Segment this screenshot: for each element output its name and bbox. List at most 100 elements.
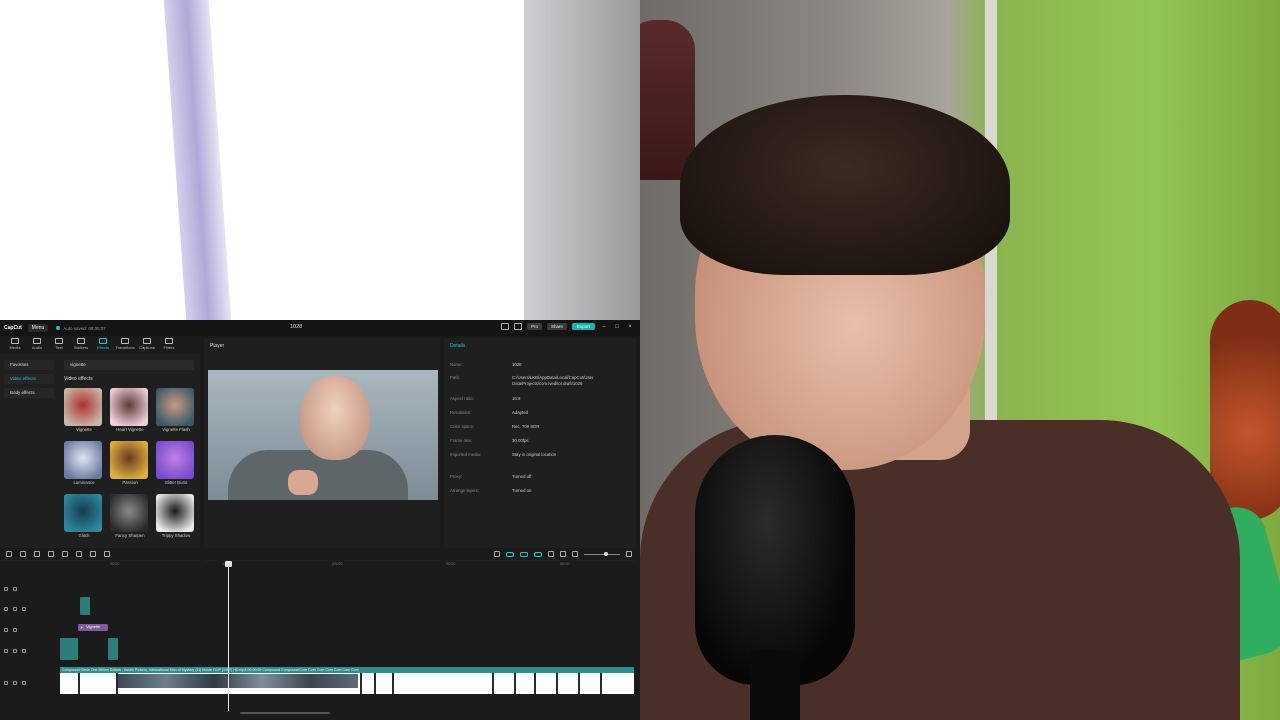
detail-value: 1028 xyxy=(512,362,522,367)
zoom-knob[interactable] xyxy=(604,551,608,556)
preview-hand xyxy=(288,470,318,495)
track-header xyxy=(4,585,56,593)
category-favorites[interactable]: Favorites xyxy=(4,360,54,370)
magnet-icon[interactable] xyxy=(506,551,514,557)
tool-text[interactable]: Text xyxy=(48,336,70,354)
video-preview[interactable] xyxy=(208,370,438,500)
detail-value: Stay in original location xyxy=(512,452,557,457)
timeline-clip[interactable] xyxy=(80,597,90,615)
marker-icon[interactable] xyxy=(104,551,110,557)
track-header xyxy=(4,626,56,634)
tool-label: Text xyxy=(55,345,63,350)
lock-icon[interactable] xyxy=(4,587,8,591)
select-icon[interactable] xyxy=(6,551,12,557)
lock-icon[interactable] xyxy=(4,681,8,685)
preview-axis-icon[interactable] xyxy=(534,551,542,557)
split-left-icon[interactable] xyxy=(62,551,68,557)
effect-item[interactable]: Heart Vignette xyxy=(110,388,150,432)
caption-icon[interactable] xyxy=(560,551,566,557)
tool-media[interactable]: Media xyxy=(4,336,26,354)
audio-icon[interactable] xyxy=(22,649,26,653)
maximize-icon[interactable]: □ xyxy=(613,324,621,330)
timeline-clip[interactable] xyxy=(60,638,78,660)
lock-icon[interactable] xyxy=(4,649,8,653)
split-icon[interactable] xyxy=(48,551,54,557)
share-button[interactable]: Share xyxy=(546,323,567,330)
timeline-clip[interactable] xyxy=(108,638,118,660)
effects-search-input[interactable]: vignette xyxy=(64,360,194,370)
timeline-ruler[interactable]: 00:00 10:00 |00:00 00:00 00:00 xyxy=(60,561,640,569)
export-button[interactable]: Export xyxy=(571,323,595,330)
zoom-in-icon[interactable] xyxy=(626,551,632,557)
eye-icon[interactable] xyxy=(13,681,17,685)
category-video-effects[interactable]: Video effects xyxy=(4,374,54,384)
audio-icon[interactable] xyxy=(22,681,26,685)
menu-button[interactable]: Menu xyxy=(27,324,49,332)
autosave-dot-icon xyxy=(56,326,61,330)
effect-item[interactable]: Vignette Flash xyxy=(156,388,196,432)
playhead[interactable] xyxy=(228,561,229,711)
text-icon xyxy=(55,338,63,344)
effect-item[interactable]: Glitch xyxy=(64,494,104,538)
shortcuts-icon[interactable] xyxy=(513,323,522,330)
tool-stickers[interactable]: Stickers xyxy=(70,336,92,354)
zoom-slider[interactable] xyxy=(584,551,620,556)
timeline[interactable]: 00:00 10:00 |00:00 00:00 00:00 ✦Vignette… xyxy=(0,561,640,720)
clip-divider xyxy=(492,673,494,694)
effect-thumbnail xyxy=(156,441,194,479)
layout-icon[interactable] xyxy=(500,323,509,330)
tool-effects[interactable]: Effects xyxy=(92,336,114,354)
snap-icon[interactable] xyxy=(548,551,554,557)
minimize-icon[interactable]: – xyxy=(600,324,608,330)
category-body-effects[interactable]: Body effects xyxy=(4,388,54,398)
tool-captions[interactable]: Captions xyxy=(136,336,158,354)
eye-icon[interactable] xyxy=(13,649,17,653)
effect-clip[interactable]: ✦ Vignette xyxy=(78,624,108,631)
link-icon[interactable] xyxy=(520,551,528,557)
tool-filters[interactable]: Filters xyxy=(158,336,180,354)
section-title: Video effects xyxy=(64,376,93,382)
tool-transitions[interactable]: Transitions xyxy=(114,336,136,354)
effect-item[interactable]: Vignette xyxy=(64,388,104,432)
main-clip-thumbnails[interactable] xyxy=(118,674,358,688)
detail-key: Path: xyxy=(450,375,461,380)
detail-key: Frame rate: xyxy=(450,438,473,443)
pro-button[interactable]: Pro xyxy=(526,323,542,330)
tool-audio[interactable]: Audio xyxy=(26,336,48,354)
effect-item[interactable]: Fancy Sharpen xyxy=(110,494,150,538)
detail-key: Resolution: xyxy=(450,410,472,415)
effect-categories: Favorites Video effects Body effects xyxy=(4,360,54,402)
effect-item[interactable]: Passion xyxy=(110,441,150,485)
close-icon[interactable]: × xyxy=(626,324,634,330)
lock-icon[interactable] xyxy=(4,607,8,611)
redo-icon[interactable] xyxy=(34,551,40,557)
timeline-scrollbar[interactable] xyxy=(240,712,330,714)
clip-divider xyxy=(600,673,602,694)
split-right-icon[interactable] xyxy=(76,551,82,557)
effect-label: Glitch xyxy=(78,533,90,538)
delete-icon[interactable] xyxy=(90,551,96,557)
effects-icon xyxy=(99,338,107,344)
lock-icon[interactable] xyxy=(4,628,8,632)
detail-value: Adapted xyxy=(512,410,529,415)
autosave-text: Auto saved: 08:06:07 xyxy=(63,325,106,331)
effect-item[interactable]: Trippy Shadow xyxy=(156,494,196,538)
audio-icon[interactable] xyxy=(22,607,26,611)
tool-label: Filters xyxy=(163,345,175,350)
ruler-tick: 00:00 xyxy=(560,562,570,566)
eye-icon[interactable] xyxy=(13,587,17,591)
effect-item[interactable]: Luminance xyxy=(64,441,104,485)
stickers-icon xyxy=(77,338,85,344)
eye-icon[interactable] xyxy=(13,607,17,611)
details-header: Details xyxy=(450,343,466,349)
player-header: Player xyxy=(210,343,225,349)
detail-key: Aspect ratio: xyxy=(450,396,474,401)
eye-icon[interactable] xyxy=(13,628,17,632)
microphone-icon[interactable] xyxy=(494,551,500,557)
hanging-bag xyxy=(640,20,695,180)
details-panel: Details Name: 1028 Path: C:/Users/LKB/AppD… xyxy=(444,338,636,564)
undo-icon[interactable] xyxy=(20,551,26,557)
curtain xyxy=(163,0,232,320)
zoom-out-icon[interactable] xyxy=(572,551,578,557)
effect-item[interactable]: Glitter Burst xyxy=(156,441,196,485)
